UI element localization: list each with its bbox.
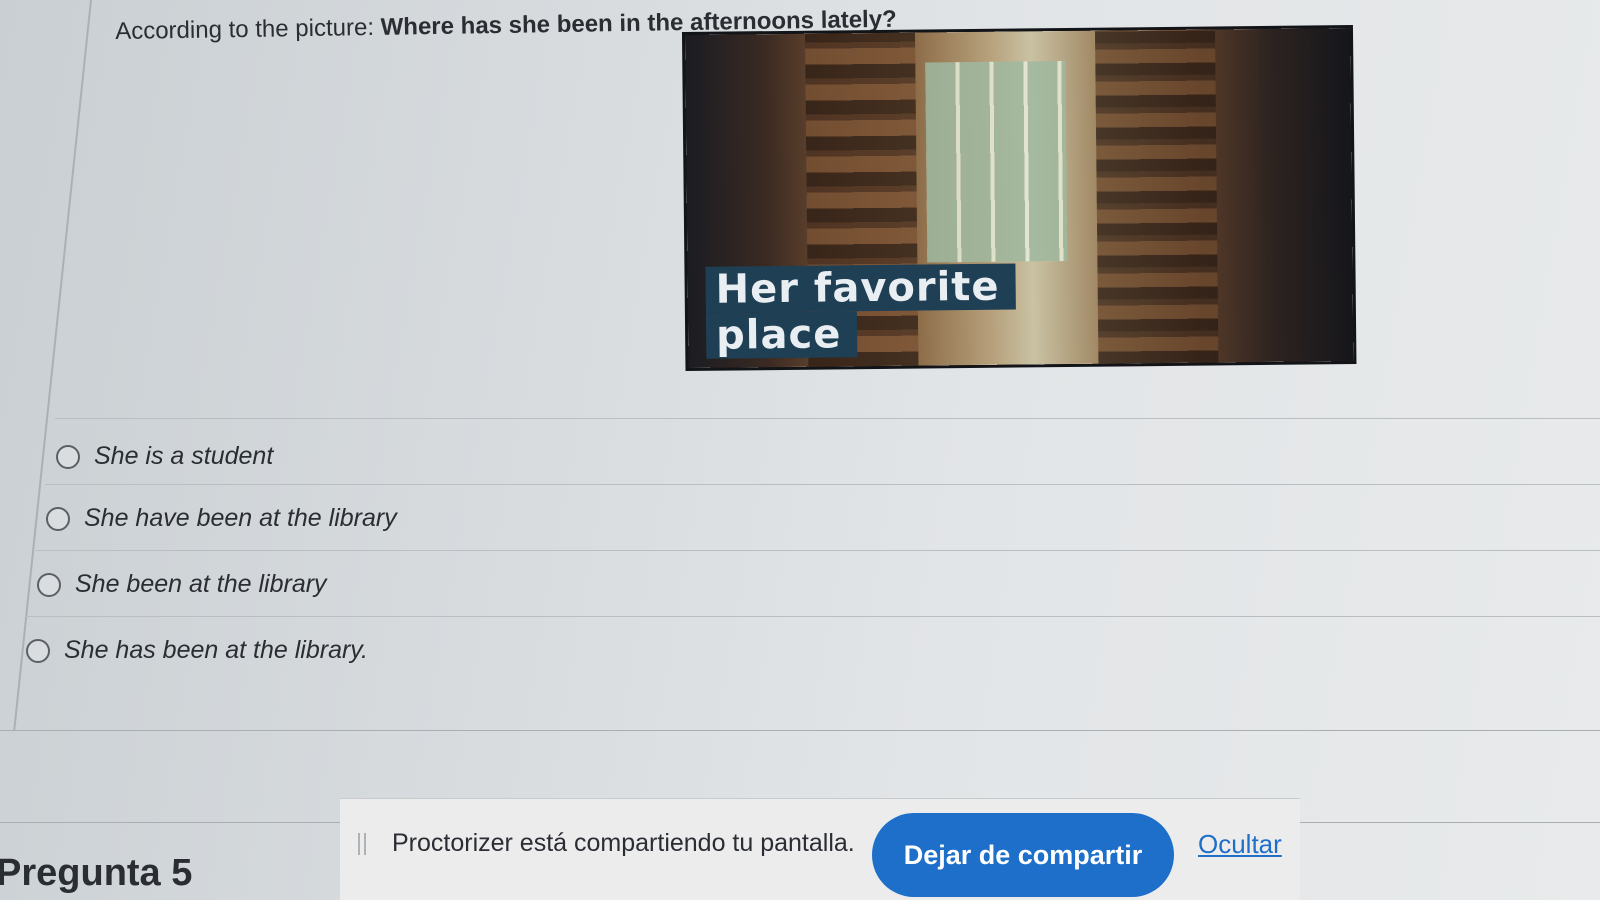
radio-unchecked-icon[interactable] xyxy=(26,638,50,663)
answer-option-label: She have been at the library xyxy=(84,504,397,532)
image-caption: Her favorite place xyxy=(705,263,1016,359)
answer-option-label: She is a student xyxy=(94,442,274,470)
question-image: Her favorite place xyxy=(685,28,1354,368)
section-divider xyxy=(0,822,340,823)
divider xyxy=(25,616,1600,617)
answer-option-4[interactable]: She has been at the library. xyxy=(26,636,368,665)
section-divider xyxy=(0,730,1600,731)
screen-share-bar: Proctorizer está compartiendo tu pantall… xyxy=(340,798,1300,900)
divider xyxy=(45,484,1600,485)
question-prefix: According to the picture: xyxy=(115,13,381,45)
answer-option-1[interactable]: She is a student xyxy=(56,442,273,471)
panel-edge xyxy=(0,0,92,730)
radio-unchecked-icon[interactable] xyxy=(37,572,61,597)
share-status-message: Proctorizer está compartiendo tu pantall… xyxy=(392,829,855,857)
hide-link[interactable]: Ocultar xyxy=(1198,829,1282,860)
divider xyxy=(55,418,1600,419)
divider xyxy=(35,550,1600,551)
answer-option-label: She has been at the library. xyxy=(64,636,368,664)
bookshelf-right xyxy=(1094,29,1219,364)
drag-handle-icon[interactable] xyxy=(358,833,366,855)
library-window xyxy=(925,61,1068,263)
caption-line-1: Her favorite xyxy=(705,263,1016,313)
radio-unchecked-icon[interactable] xyxy=(56,444,80,469)
stop-sharing-button[interactable]: Dejar de compartir xyxy=(872,813,1174,897)
answer-option-3[interactable]: She been at the library xyxy=(37,570,327,599)
quiz-screen: According to the picture: Where has she … xyxy=(0,0,1600,900)
answer-option-2[interactable]: She have been at the library xyxy=(46,504,397,533)
section-divider xyxy=(1300,822,1600,823)
radio-unchecked-icon[interactable] xyxy=(46,506,70,531)
caption-line-2: place xyxy=(705,311,858,359)
answer-option-label: She been at the library xyxy=(75,570,327,598)
next-question-title: Pregunta 5 xyxy=(0,852,193,894)
